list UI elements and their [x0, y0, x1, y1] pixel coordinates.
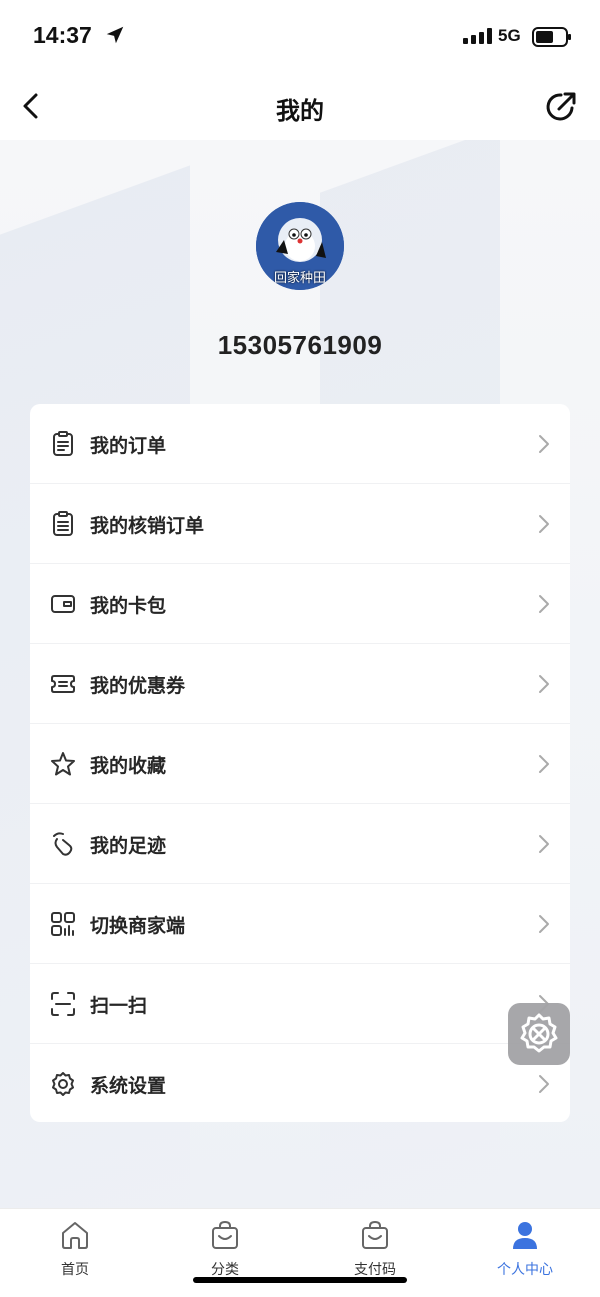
battery-icon [532, 27, 571, 47]
chevron-right-icon [539, 595, 549, 613]
chevron-right-icon [539, 915, 549, 933]
chevron-right-icon [539, 755, 549, 773]
status-time: 14:37 [33, 22, 92, 48]
tab-label: 首页 [61, 1262, 89, 1278]
tab-category[interactable]: 分类 [150, 1209, 300, 1297]
chevron-right-icon [539, 835, 549, 853]
menu-item-label: 切换商家端 [90, 915, 186, 937]
settings-icon [52, 1072, 74, 1096]
home-indicator [193, 1277, 407, 1283]
menu-item-label: 我的足迹 [90, 835, 167, 857]
tools-icon [520, 1013, 558, 1053]
menu-item-label: 我的卡包 [90, 595, 167, 617]
tab-profile[interactable]: 个人中心 [450, 1209, 600, 1297]
nav-bar: 我的 [0, 72, 600, 140]
menu-item-footprints[interactable]: 我的足迹 [30, 804, 570, 884]
bag-icon [212, 1220, 238, 1249]
chevron-right-icon [539, 515, 549, 533]
star-icon [51, 752, 75, 776]
home-icon [62, 1222, 88, 1249]
share-icon[interactable] [542, 88, 580, 126]
order-list-icon [53, 431, 73, 456]
tab-label: 支付码 [354, 1262, 396, 1278]
menu-item-label: 扫一扫 [90, 995, 148, 1017]
switch-merchant-icon [51, 912, 75, 936]
avatar[interactable]: 回家种田 [256, 202, 344, 290]
page-title: 我的 [276, 97, 324, 125]
menu-item-settings[interactable]: 系统设置 [30, 1044, 570, 1122]
coupon-icon [51, 675, 75, 693]
verify-order-icon [53, 511, 73, 536]
menu-item-favorites[interactable]: 我的收藏 [30, 724, 570, 804]
menu-item-label: 系统设置 [90, 1075, 167, 1097]
scan-icon [51, 992, 75, 1016]
chevron-right-icon [539, 435, 549, 453]
menu-card: 我的订单 我的核销订单 我的卡包 我的优惠券 我的收藏 我的足迹 切换商家端 扫… [30, 404, 570, 1122]
avatar-caption: 回家种田 [273, 271, 326, 286]
bag-icon [362, 1220, 388, 1249]
menu-item-orders[interactable]: 我的订单 [30, 404, 570, 484]
user-phone: 15305761909 [217, 330, 383, 360]
person-icon [513, 1222, 537, 1249]
menu-item-wallet[interactable]: 我的卡包 [30, 564, 570, 644]
menu-item-label: 我的核销订单 [90, 515, 205, 537]
network-type: 5G [498, 26, 521, 45]
menu-item-label: 我的优惠券 [90, 675, 186, 697]
floating-tools-button[interactable] [508, 1003, 570, 1065]
bottom-tab-bar: 首页 分类 支付码 个人中心 [0, 1208, 600, 1297]
chevron-right-icon [539, 1075, 549, 1093]
menu-item-verify-orders[interactable]: 我的核销订单 [30, 484, 570, 564]
signal-icon [463, 28, 492, 44]
tab-pay-code[interactable]: 支付码 [300, 1209, 450, 1297]
location-arrow-icon [106, 26, 124, 44]
wallet-icon [51, 595, 75, 613]
chevron-right-icon [539, 675, 549, 693]
tab-label: 个人中心 [497, 1262, 553, 1278]
tab-label: 分类 [211, 1262, 239, 1278]
menu-item-scan[interactable]: 扫一扫 [30, 964, 570, 1044]
menu-item-label: 我的订单 [90, 435, 167, 457]
menu-item-label: 我的收藏 [90, 755, 167, 777]
menu-item-switch-merchant[interactable]: 切换商家端 [30, 884, 570, 964]
status-bar: 14:37 5G [0, 0, 600, 72]
footprint-icon [53, 832, 73, 856]
menu-item-coupons[interactable]: 我的优惠券 [30, 644, 570, 724]
tab-home[interactable]: 首页 [0, 1209, 150, 1297]
